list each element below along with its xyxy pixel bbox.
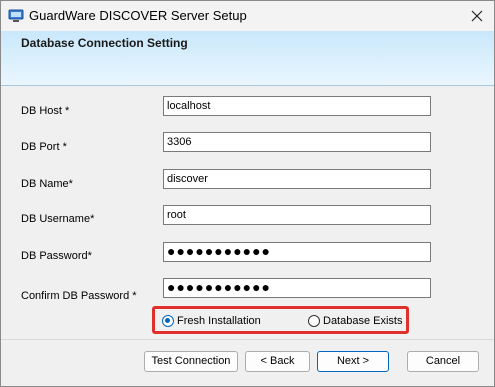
db-port-label: DB Port *	[21, 141, 67, 153]
app-icon	[8, 9, 24, 22]
db-name-label: DB Name*	[21, 178, 73, 190]
db-username-label: DB Username*	[21, 213, 95, 225]
database-exists-radio[interactable]	[308, 315, 320, 327]
db-username-input[interactable]: root	[163, 205, 431, 225]
db-port-input[interactable]: 3306	[163, 132, 431, 152]
page-title: Database Connection Setting	[21, 36, 188, 50]
confirm-password-input[interactable]: ●●●●●●●●●●●	[163, 278, 431, 298]
confirm-password-label: Confirm DB Password *	[21, 290, 137, 302]
test-connection-button[interactable]: Test Connection	[144, 351, 238, 372]
cancel-button[interactable]: Cancel	[407, 351, 479, 372]
wizard-header: Database Connection Setting	[1, 31, 494, 86]
fresh-installation-label[interactable]: Fresh Installation	[177, 315, 261, 327]
next-button[interactable]: Next >	[317, 351, 389, 372]
window-title: GuardWare DISCOVER Server Setup	[29, 8, 247, 23]
db-host-label: DB Host *	[21, 105, 70, 117]
fresh-installation-radio[interactable]	[162, 315, 174, 327]
db-password-label: DB Password*	[21, 250, 92, 262]
db-name-input[interactable]: discover	[163, 169, 431, 189]
back-button[interactable]: < Back	[245, 351, 310, 372]
close-icon[interactable]	[470, 9, 484, 23]
db-password-input[interactable]: ●●●●●●●●●●●	[163, 242, 431, 262]
db-host-input[interactable]: localhost	[163, 96, 431, 116]
title-bar: GuardWare DISCOVER Server Setup	[1, 1, 494, 31]
setup-window: GuardWare DISCOVER Server Setup Database…	[0, 0, 495, 387]
database-exists-label[interactable]: Database Exists	[323, 315, 402, 327]
footer-divider	[1, 339, 494, 340]
